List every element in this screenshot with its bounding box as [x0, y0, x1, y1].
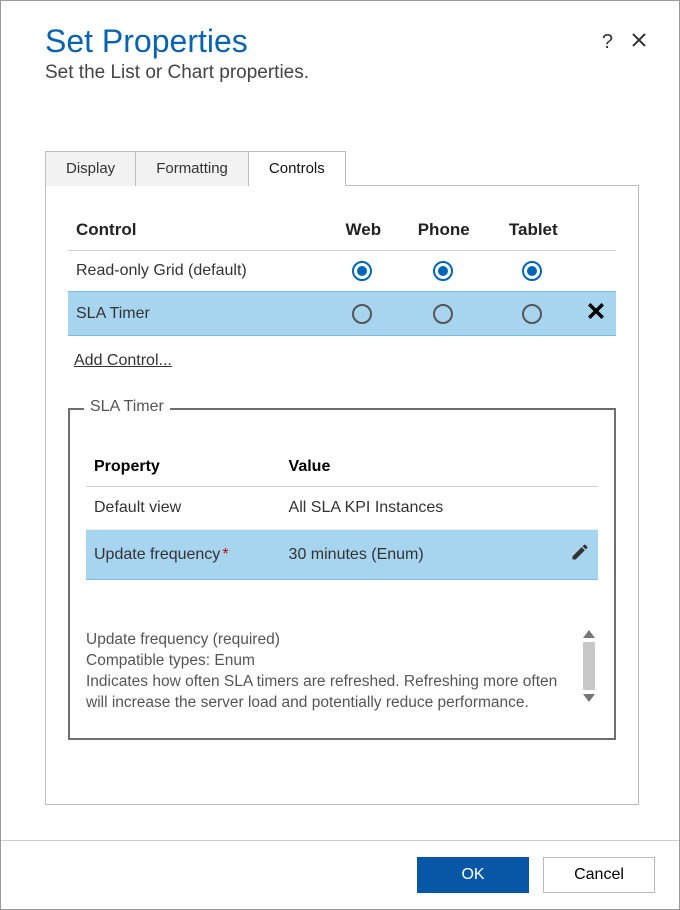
tab-controls[interactable]: Controls — [249, 151, 346, 186]
cancel-button[interactable]: Cancel — [543, 857, 655, 893]
help-icon[interactable]: ? — [602, 31, 613, 54]
scroll-up-icon[interactable] — [583, 630, 595, 638]
radio-phone[interactable] — [433, 304, 453, 324]
radio-tablet[interactable] — [522, 261, 542, 281]
tab-formatting[interactable]: Formatting — [136, 151, 249, 186]
radio-web[interactable] — [352, 261, 372, 281]
footer: OK Cancel — [1, 840, 679, 909]
dialog-title: Set Properties — [45, 23, 639, 60]
col-control: Control — [68, 214, 328, 251]
sla-timer-fieldset: SLA Timer Property Value Default view Al… — [68, 408, 616, 740]
properties-table: Property Value Default view All SLA KPI … — [86, 450, 598, 580]
scroll-down-icon[interactable] — [583, 694, 595, 702]
col-value: Value — [281, 450, 558, 487]
ok-button[interactable]: OK — [417, 857, 529, 893]
col-actions — [576, 214, 616, 251]
scroll-thumb[interactable] — [583, 642, 595, 690]
edit-icon[interactable] — [570, 549, 590, 566]
tab-bar: Display Formatting Controls — [45, 150, 639, 185]
controls-panel: Control Web Phone Tablet Read-only Grid … — [45, 185, 639, 805]
property-description: Update frequency (required) Compatible t… — [86, 630, 574, 714]
description-scrollbar[interactable] — [580, 630, 598, 714]
col-phone: Phone — [397, 214, 489, 251]
property-name: Default view — [86, 487, 281, 530]
control-row-read-only-grid[interactable]: Read-only Grid (default) — [68, 251, 616, 292]
dialog-subtitle: Set the List or Chart properties. — [45, 62, 639, 84]
property-value: All SLA KPI Instances — [281, 487, 558, 530]
controls-table: Control Web Phone Tablet Read-only Grid … — [68, 214, 616, 336]
required-star-icon: * — [222, 546, 228, 563]
property-value: 30 minutes (Enum) — [281, 530, 558, 580]
property-row-update-frequency[interactable]: Update frequency* 30 minutes (Enum) — [86, 530, 598, 580]
property-row-default-view[interactable]: Default view All SLA KPI Instances — [86, 487, 598, 530]
col-property: Property — [86, 450, 281, 487]
control-name: SLA Timer — [68, 292, 328, 336]
col-web: Web — [328, 214, 397, 251]
radio-tablet[interactable] — [522, 304, 542, 324]
control-name: Read-only Grid (default) — [68, 251, 328, 292]
radio-web[interactable] — [352, 304, 372, 324]
fieldset-legend: SLA Timer — [84, 398, 170, 416]
remove-control-icon[interactable] — [587, 307, 605, 324]
tab-display[interactable]: Display — [45, 151, 136, 186]
add-control-link[interactable]: Add Control... — [74, 352, 172, 370]
property-name: Update frequency* — [86, 530, 281, 580]
control-row-sla-timer[interactable]: SLA Timer — [68, 292, 616, 336]
close-icon[interactable] — [631, 31, 647, 54]
radio-phone[interactable] — [433, 261, 453, 281]
col-tablet: Tablet — [489, 214, 576, 251]
